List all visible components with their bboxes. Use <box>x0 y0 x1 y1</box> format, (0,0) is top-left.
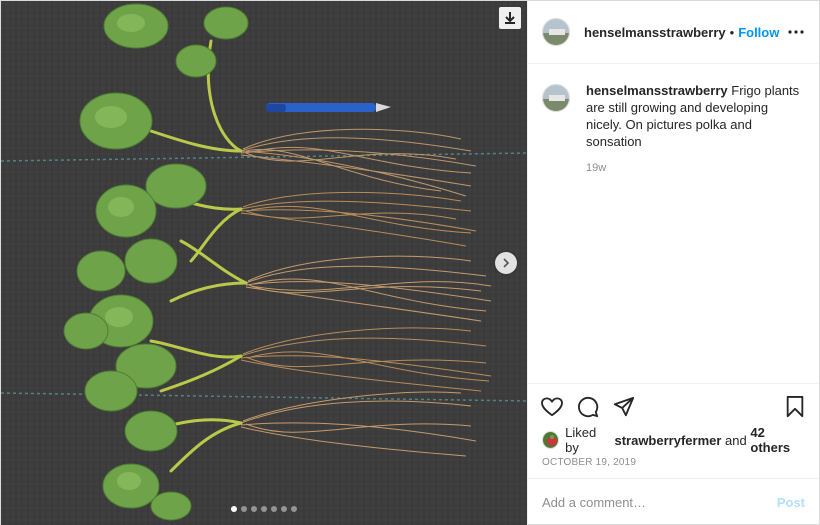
download-icon <box>505 12 515 24</box>
comment-button[interactable] <box>576 395 600 419</box>
carousel-dot <box>251 506 257 512</box>
post-date[interactable]: October 19, 2019 <box>528 451 819 478</box>
caption-avatar[interactable] <box>542 84 570 112</box>
carousel-dot <box>281 506 287 512</box>
post-comment-button[interactable]: Post <box>777 495 805 510</box>
caption-timestamp[interactable]: 19w <box>586 162 805 174</box>
comment-input[interactable] <box>542 495 777 510</box>
avatar-image <box>543 19 569 45</box>
post-header: henselmansstrawberry • Follow <box>528 1 819 64</box>
carousel-dot <box>291 506 297 512</box>
liker-username[interactable]: strawberryfermer <box>614 433 721 448</box>
header-separator: • <box>729 24 735 40</box>
likes-connector: and <box>725 432 747 448</box>
post-side-panel: henselmansstrawberry • Follow henselmans… <box>527 1 819 525</box>
share-button[interactable] <box>612 395 636 419</box>
carousel-dot <box>241 506 247 512</box>
next-slide-button[interactable] <box>495 252 517 274</box>
bookmark-icon <box>786 395 804 417</box>
carousel-indicator <box>1 506 527 512</box>
instagram-post: henselmansstrawberry • Follow henselmans… <box>0 0 820 525</box>
caption-text-block: henselmansstrawberry Frigo plants are st… <box>586 82 805 150</box>
avatar-image <box>543 432 559 448</box>
action-bar <box>528 383 819 429</box>
avatar-image <box>543 85 569 111</box>
share-icon <box>613 396 635 416</box>
comment-icon <box>578 396 599 417</box>
more-options-button[interactable] <box>787 23 805 41</box>
download-button[interactable] <box>499 7 521 29</box>
likes-summary: Liked by strawberryfermer and 42 others <box>528 425 819 455</box>
follow-button[interactable]: Follow <box>738 25 779 40</box>
caption: henselmansstrawberry Frigo plants are st… <box>542 82 805 150</box>
heart-icon <box>541 396 563 416</box>
more-options-icon <box>788 30 804 34</box>
comment-form: Post <box>528 478 819 525</box>
post-media[interactable] <box>1 1 527 525</box>
strawberry-plants-photo <box>1 1 527 525</box>
carousel-dot <box>271 506 277 512</box>
author-avatar[interactable] <box>542 18 570 46</box>
liker-avatar[interactable] <box>542 431 560 449</box>
carousel-dot <box>261 506 267 512</box>
comments-section: henselmansstrawberry Frigo plants are st… <box>528 64 819 383</box>
like-button[interactable] <box>540 395 564 419</box>
chevron-right-icon <box>503 258 510 268</box>
caption-username[interactable]: henselmansstrawberry <box>586 83 728 98</box>
carousel-dot <box>231 506 237 512</box>
pen <box>266 103 391 112</box>
author-username[interactable]: henselmansstrawberry <box>584 25 726 40</box>
save-button[interactable] <box>783 395 807 419</box>
